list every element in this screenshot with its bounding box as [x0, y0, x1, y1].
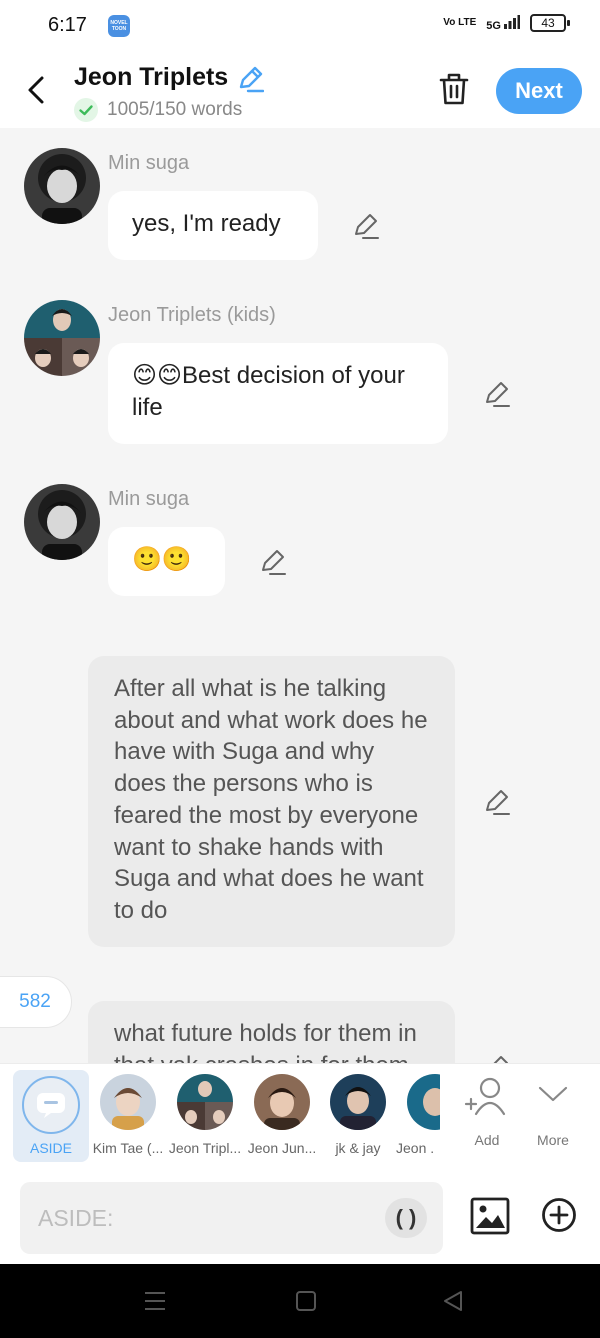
edit-message-button[interactable] — [483, 380, 511, 408]
status-bar: 6:17 NOVEL TOON Vo LTE 5G 43 — [0, 0, 600, 54]
edit-message-button[interactable] — [483, 1054, 511, 1063]
system-back-button[interactable] — [442, 1290, 464, 1317]
character-avatar — [177, 1074, 233, 1130]
aside-bubble[interactable]: After all what is he talking about and w… — [88, 656, 455, 947]
sender-name: Jeon Triplets (kids) — [108, 304, 276, 326]
aside-icon-circle — [22, 1076, 80, 1134]
recent-apps-button[interactable] — [144, 1291, 166, 1316]
next-button[interactable]: Next — [496, 68, 582, 114]
message-text: yes, I'm ready — [132, 210, 281, 237]
back-button[interactable] — [22, 72, 52, 108]
avatar-min-suga[interactable] — [24, 148, 100, 224]
home-square-icon — [296, 1291, 316, 1311]
edit-message-button[interactable] — [352, 212, 380, 240]
aside-selector-button[interactable]: ASIDE — [13, 1070, 89, 1162]
pencil-icon — [493, 1056, 508, 1063]
edit-message-button[interactable] — [259, 548, 287, 576]
signal-5g-icon: 5G — [486, 14, 520, 32]
chevron-down-icon — [538, 1086, 568, 1102]
more-characters-button[interactable]: More — [523, 1076, 583, 1166]
message-input-box: ( ) — [20, 1182, 443, 1254]
network-label: 5G — [486, 19, 501, 32]
avatar-min-suga[interactable] — [24, 484, 100, 560]
sender-name: Min suga — [108, 488, 190, 510]
character-avatar — [330, 1074, 386, 1130]
insert-image-button[interactable] — [470, 1197, 510, 1235]
chat-area[interactable]: Min suga yes, I'm ready Jeon Triplets (k… — [0, 128, 600, 1063]
character-avatar — [100, 1074, 156, 1130]
pencil-icon — [355, 214, 379, 239]
speech-bubble-icon — [37, 1093, 65, 1118]
status-time: 6:17 — [48, 14, 87, 36]
avatar-image — [24, 484, 100, 560]
aside-text: After all what is he talking about and w… — [114, 675, 428, 924]
image-icon — [470, 1197, 510, 1235]
home-button[interactable] — [295, 1291, 317, 1316]
character-selector: ASIDE Kim Tae (... Jeon Tripl... Jeon Ju… — [0, 1063, 600, 1171]
story-title: Jeon Triplets — [74, 63, 229, 91]
delete-button[interactable] — [438, 72, 470, 106]
system-navigation-bar — [0, 1264, 600, 1338]
character-jk-jay[interactable]: jk & jay — [319, 1064, 397, 1164]
trash-icon — [439, 73, 469, 105]
novel-toon-app-icon: NOVEL TOON — [108, 15, 130, 37]
aside-bubble[interactable]: what future holds for them in that yak c… — [88, 1001, 455, 1063]
add-character-button[interactable]: Add — [457, 1076, 517, 1166]
word-count: 1005/150 words — [107, 99, 243, 120]
aside-label: ASIDE — [29, 1140, 72, 1156]
character-name: jk & jay — [335, 1140, 381, 1156]
avatar-image — [24, 300, 100, 376]
plus-circle-icon — [542, 1198, 576, 1232]
message-count: 582 — [19, 991, 51, 1012]
more-options-button[interactable] — [541, 1197, 577, 1233]
message-bubble[interactable]: 🙂🙂 — [108, 527, 225, 596]
parentheses-button[interactable]: ( ) — [385, 1198, 427, 1238]
menu-icon — [145, 1292, 165, 1310]
add-label: Add — [474, 1132, 500, 1148]
character-name: Jeon . — [396, 1140, 435, 1156]
character-avatar — [407, 1074, 440, 1130]
add-person-icon — [464, 1077, 506, 1116]
sender-name: Min suga — [108, 152, 190, 174]
volte-indicator: Vo LTE — [443, 17, 477, 28]
character-kim-tae[interactable]: Kim Tae (... — [89, 1064, 167, 1164]
message-bubble[interactable]: 😊😊Best decision of your life — [108, 343, 448, 444]
aside-text: what future holds for them in that yak c… — [114, 1020, 417, 1063]
pencil-icon — [486, 790, 510, 815]
battery-icon: 43 — [530, 14, 570, 32]
avatar-image — [24, 148, 100, 224]
pencil-icon — [239, 66, 265, 93]
message-bubble[interactable]: yes, I'm ready — [108, 191, 318, 260]
more-label: More — [537, 1132, 569, 1148]
character-jeon[interactable]: Jeon . — [396, 1064, 440, 1164]
avatar-jeon-triplets[interactable] — [24, 300, 100, 376]
character-jeon-triplets[interactable]: Jeon Tripl... — [166, 1064, 244, 1164]
signal-bars-icon — [504, 14, 520, 29]
character-avatar — [254, 1074, 310, 1130]
pencil-icon — [262, 550, 286, 575]
edit-message-button[interactable] — [483, 788, 511, 816]
message-text: 😊😊Best decision of your life — [132, 362, 405, 421]
check-icon — [74, 98, 98, 122]
editor-header: Jeon Triplets 1005/150 words Next — [0, 54, 600, 128]
message-input[interactable] — [38, 1202, 368, 1234]
message-text: 🙂🙂 — [132, 546, 192, 573]
character-jeon-jun[interactable]: Jeon Jun... — [243, 1064, 321, 1164]
status-icons: Vo LTE 5G 43 — [443, 14, 570, 32]
chevron-left-icon — [28, 76, 44, 104]
message-count-badge[interactable]: 582 — [0, 976, 72, 1028]
pencil-icon — [486, 382, 510, 407]
edit-title-button[interactable] — [236, 65, 265, 93]
input-bar: ( ) — [0, 1171, 600, 1264]
back-triangle-icon — [444, 1291, 462, 1311]
